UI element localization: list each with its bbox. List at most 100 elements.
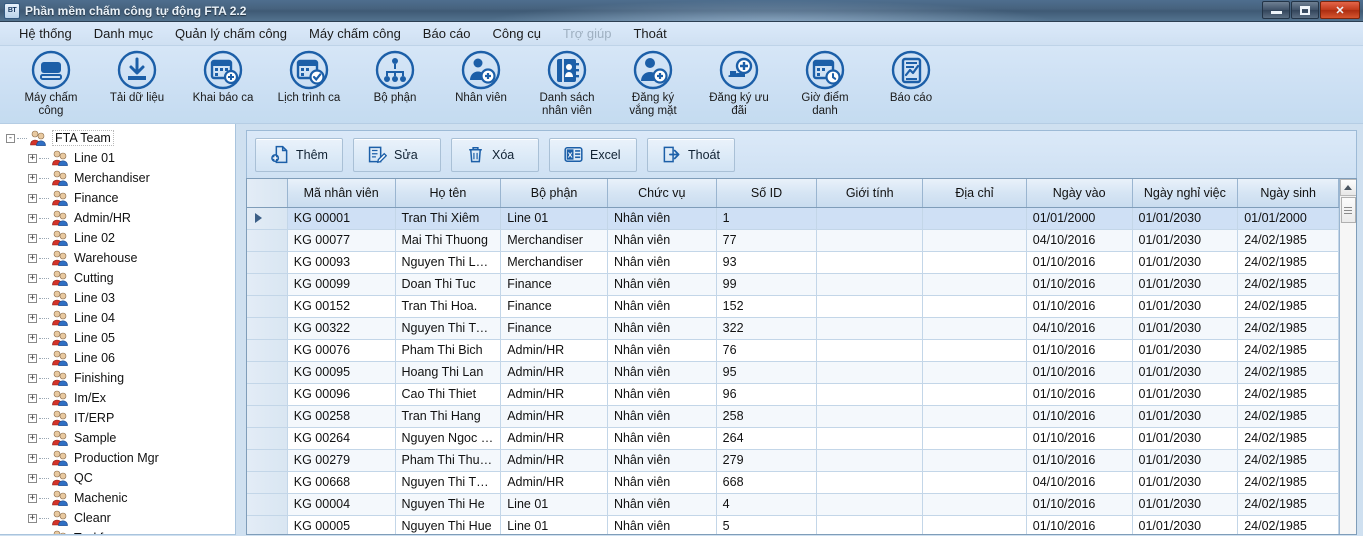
grid-cell[interactable]: Nhân viên <box>607 295 717 318</box>
row-selector-cell[interactable] <box>247 383 288 406</box>
expand-icon[interactable]: + <box>28 233 37 243</box>
toolbar-button-7[interactable]: Đăng ký vắng mặt <box>616 50 690 118</box>
expand-icon[interactable]: + <box>28 273 37 283</box>
grid-cell[interactable]: Hoang Thi Lan <box>395 361 502 384</box>
expand-icon[interactable]: + <box>28 513 37 523</box>
grid-cell[interactable] <box>922 295 1027 318</box>
grid-cell[interactable] <box>816 471 924 494</box>
grid-cell[interactable]: Nhân viên <box>607 493 717 516</box>
table-row[interactable]: KG 00076 Pham Thi Bich Admin/HR Nhân viên 76… <box>247 339 1339 362</box>
expand-icon[interactable]: + <box>28 413 37 423</box>
expand-icon[interactable]: + <box>28 193 37 203</box>
grid-cell[interactable] <box>922 317 1027 340</box>
row-selector-cell[interactable] <box>247 317 288 340</box>
grid-cell[interactable]: Nguyen Thi Luong <box>395 251 502 274</box>
expand-icon[interactable]: + <box>28 173 37 183</box>
menu-item-4[interactable]: Báo cáo <box>412 23 482 44</box>
table-row[interactable]: KG 00096 Cao Thi Thiet Admin/HR Nhân viên 96… <box>247 383 1339 406</box>
grid-cell[interactable] <box>816 515 924 534</box>
department-tree-panel[interactable]: - FTA Team + Line 01 + Merchandiser + Finance + A… <box>0 124 236 535</box>
tree-node[interactable]: + Line 03 <box>6 288 235 308</box>
grid-cell[interactable]: KG 00152 <box>287 295 396 318</box>
grid-cell[interactable]: 24/02/1985 <box>1237 361 1339 384</box>
tree-node[interactable]: + Line 02 <box>6 228 235 248</box>
grid-cell[interactable]: KG 00077 <box>287 229 396 252</box>
row-selector-cell[interactable] <box>247 515 288 534</box>
grid-cell[interactable]: Cao Thi Thiet <box>395 383 502 406</box>
grid-cell[interactable]: KG 00264 <box>287 427 396 450</box>
grid-cell[interactable]: 668 <box>716 471 818 494</box>
tree-node[interactable]: + Line 06 <box>6 348 235 368</box>
tree-node[interactable]: + Line 04 <box>6 308 235 328</box>
grid-cell[interactable] <box>922 273 1027 296</box>
grid-cell[interactable]: 96 <box>716 383 818 406</box>
minimize-button[interactable] <box>1262 1 1290 19</box>
toolbar-button-9[interactable]: Giờ điểm danh <box>788 50 862 118</box>
grid-cell[interactable] <box>816 273 924 296</box>
grid-cell[interactable]: Nhân viên <box>607 405 717 428</box>
grid-cell[interactable] <box>816 405 924 428</box>
grid-cell[interactable]: 01/10/2016 <box>1026 251 1133 274</box>
grid-cell[interactable]: Admin/HR <box>500 427 608 450</box>
grid-cell[interactable] <box>922 449 1027 472</box>
row-selector-cell[interactable] <box>247 449 288 472</box>
expand-icon[interactable]: + <box>28 313 37 323</box>
grid-cell[interactable]: KG 00095 <box>287 361 396 384</box>
grid-column-header[interactable]: Ngày vào <box>1026 179 1133 208</box>
excel-export-button[interactable]: X Excel <box>549 137 637 172</box>
tree-node[interactable]: + Line 05 <box>6 328 235 348</box>
grid-cell[interactable]: Nguyen Ngoc Ha <box>395 427 502 450</box>
expand-icon[interactable]: + <box>28 373 37 383</box>
row-selector-cell[interactable] <box>247 229 288 252</box>
grid-cell[interactable]: 95 <box>716 361 818 384</box>
grid-cell[interactable]: 01/01/2030 <box>1132 427 1239 450</box>
grid-cell[interactable]: 01/01/2000 <box>1026 207 1133 230</box>
grid-cell[interactable]: Finance <box>500 317 608 340</box>
expand-icon[interactable]: + <box>28 253 37 263</box>
grid-cell[interactable]: Nhân viên <box>607 471 717 494</box>
grid-cell[interactable]: Line 01 <box>500 515 608 534</box>
grid-cell[interactable]: 1 <box>716 207 818 230</box>
grid-cell[interactable]: Nguyen Thi Hue <box>395 515 502 534</box>
grid-cell[interactable]: 24/02/1985 <box>1237 515 1339 534</box>
grid-cell[interactable]: 99 <box>716 273 818 296</box>
toolbar-button-5[interactable]: Nhân viên <box>444 50 518 105</box>
grid-cell[interactable]: Nguyen Thi Than... <box>395 471 502 494</box>
table-row[interactable]: KG 00264 Nguyen Ngoc Ha Admin/HR Nhân viên 2… <box>247 427 1339 450</box>
grid-cell[interactable]: 04/10/2016 <box>1026 317 1133 340</box>
edit-button[interactable]: Sửa <box>353 137 441 172</box>
tree-node[interactable]: + Im/Ex <box>6 388 235 408</box>
grid-column-header[interactable]: Mã nhân viên <box>287 179 396 208</box>
grid-cell[interactable]: Admin/HR <box>500 471 608 494</box>
grid-cell[interactable] <box>816 383 924 406</box>
row-selector-cell[interactable] <box>247 295 288 318</box>
grid-cell[interactable] <box>922 251 1027 274</box>
grid-cell[interactable]: Nhân viên <box>607 229 717 252</box>
grid-column-header[interactable]: Bộ phận <box>500 179 608 208</box>
toolbar-button-10[interactable]: Báo cáo <box>874 50 948 105</box>
grid-cell[interactable] <box>816 295 924 318</box>
grid-cell[interactable]: 01/01/2030 <box>1132 295 1239 318</box>
grid-vertical-scrollbar[interactable] <box>1339 179 1356 534</box>
row-selector-cell[interactable] <box>247 427 288 450</box>
grid-cell[interactable]: KG 00004 <box>287 493 396 516</box>
grid-cell[interactable]: 01/01/2030 <box>1132 317 1239 340</box>
grid-cell[interactable]: Pham Thi Bich <box>395 339 502 362</box>
grid-cell[interactable]: 258 <box>716 405 818 428</box>
grid-cell[interactable]: 322 <box>716 317 818 340</box>
grid-cell[interactable]: 01/01/2030 <box>1132 361 1239 384</box>
grid-cell[interactable]: 24/02/1985 <box>1237 229 1339 252</box>
grid-cell[interactable]: 24/02/1985 <box>1237 405 1339 428</box>
grid-cell[interactable]: KG 00096 <box>287 383 396 406</box>
grid-cell[interactable]: 01/01/2030 <box>1132 471 1239 494</box>
grid-column-header[interactable]: Chức vụ <box>607 179 717 208</box>
table-row[interactable]: KG 00668 Nguyen Thi Than... Admin/HR Nhân v… <box>247 471 1339 494</box>
grid-cell[interactable]: 01/01/2030 <box>1132 229 1239 252</box>
grid-cell[interactable]: Pham Thi Thu Tra... <box>395 449 502 472</box>
row-selector-cell[interactable] <box>247 251 288 274</box>
grid-cell[interactable]: 24/02/1985 <box>1237 251 1339 274</box>
delete-button[interactable]: Xóa <box>451 137 539 172</box>
table-row[interactable]: KG 00004 Nguyen Thi He Line 01 Nhân viên 4 01… <box>247 493 1339 516</box>
grid-cell[interactable]: 01/10/2016 <box>1026 427 1133 450</box>
tree-node[interactable]: + Production Mgr <box>6 448 235 468</box>
